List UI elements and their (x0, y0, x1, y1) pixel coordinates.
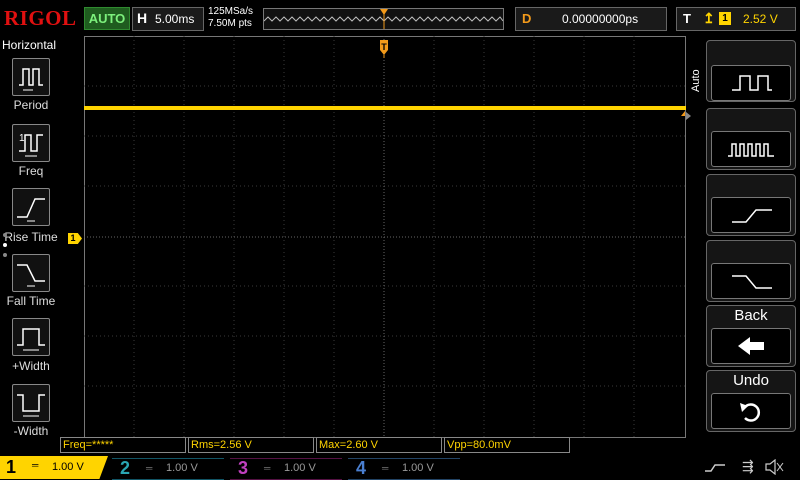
timebase-label: H (137, 10, 148, 26)
channel-3-status[interactable]: 3 ═ 1.00 V (230, 458, 342, 480)
fall-time-label: Fall Time (6, 294, 56, 308)
positive-width-button[interactable] (12, 318, 50, 356)
channel-1-scale: 1.00 V (52, 461, 84, 473)
undo-label: Undo (733, 372, 769, 389)
channel-2-number: 2 (120, 458, 131, 478)
brand-logo: RIGOL (4, 6, 77, 30)
freq-icon: 1 (19, 133, 43, 157)
back-label: Back (734, 307, 768, 324)
delay-indicator[interactable]: D 0.00000000ps (515, 7, 667, 31)
channel-4-number: 4 (356, 458, 367, 478)
dc-coupling-icon: ═ (264, 463, 271, 473)
period-icon (19, 68, 43, 91)
speaker-muted-icon[interactable] (764, 458, 784, 476)
trigger-level: 2.52 V (743, 12, 778, 26)
positive-width-icon (17, 328, 45, 351)
measurement-max[interactable]: Max=2.60 V (316, 437, 442, 453)
period-button[interactable] (12, 58, 50, 96)
freq-label: Freq (18, 164, 44, 178)
run-status-icon (705, 461, 725, 473)
single-pulse-icon (711, 65, 791, 101)
rising-edge-icon (711, 197, 791, 233)
memory-waveform-overview (263, 8, 504, 30)
waveform-display[interactable]: T (84, 36, 686, 438)
dc-coupling-icon: ═ (146, 463, 153, 473)
channel-1-offset-label: 1 (70, 233, 76, 243)
channel-1-status[interactable]: 1 ═ 1.00 V (0, 456, 108, 479)
delay-value: 0.00000000ps (562, 12, 639, 26)
negative-width-icon (17, 394, 45, 417)
page-indicator (2, 232, 8, 262)
channel-status-bar: 1 ═ 1.00 V 2 ═ 1.00 V 3 ═ 1.00 V 4 ═ 1.0… (0, 455, 800, 480)
measurement-vpp[interactable]: Vpp=80.0mV (444, 437, 570, 453)
horizontal-measure-menu: Horizontal Period 1 Freq Rise Time Fall … (0, 36, 60, 456)
memory-depth: 7.50M pts (208, 18, 252, 29)
channel-4-status[interactable]: 4 ═ 1.00 V (348, 458, 460, 480)
back-arrow-icon (711, 328, 791, 364)
svg-text:1: 1 (19, 133, 25, 144)
negative-width-button[interactable] (12, 384, 50, 422)
fall-time-button[interactable] (12, 254, 50, 292)
back-button[interactable]: Back (706, 305, 796, 367)
pulse-train-button[interactable] (706, 108, 796, 170)
pulse-train-icon (711, 131, 791, 167)
channel-1-offset-marker[interactable]: 1 (68, 233, 82, 244)
usb-icon: ⇶ (742, 458, 754, 474)
channel-2-status[interactable]: 2 ═ 1.00 V (112, 458, 224, 480)
negative-width-label: -Width (13, 424, 49, 438)
trigger-label: T (683, 11, 691, 26)
rise-time-icon (17, 198, 45, 222)
channel-1-number: 1 (6, 457, 17, 477)
run-state-badge[interactable]: AUTO (84, 7, 130, 30)
rise-time-label: Rise Time (4, 230, 58, 244)
channel-4-scale: 1.00 V (402, 462, 434, 474)
undo-icon (711, 393, 791, 429)
rising-edge-trigger-icon: ↥ (703, 10, 715, 26)
timebase-indicator[interactable]: H 5.00ms (132, 7, 204, 31)
rising-edge-button[interactable] (706, 174, 796, 236)
falling-edge-button[interactable] (706, 240, 796, 302)
dc-coupling-icon: ═ (382, 463, 389, 473)
fall-time-icon (17, 264, 45, 287)
channel-3-number: 3 (238, 458, 249, 478)
channel-2-scale: 1.00 V (166, 462, 198, 474)
falling-edge-icon (711, 263, 791, 299)
top-status-bar: RIGOL AUTO H 5.00ms 125MSa/s 7.50M pts D… (0, 0, 800, 36)
measurement-rms[interactable]: Rms=2.56 V (188, 437, 314, 453)
sample-rate: 125MSa/s (208, 6, 254, 17)
period-label: Period (13, 98, 49, 112)
measurement-results-bar: Freq=***** Rms=2.56 V Max=2.60 V Vpp=80.… (58, 437, 698, 453)
rise-time-button[interactable] (12, 188, 50, 226)
menu-pointer-icon (686, 112, 691, 120)
single-pulse-button[interactable] (706, 40, 796, 102)
trigger-indicator[interactable]: T ↥ 1 2.52 V (676, 7, 796, 31)
positive-width-label: +Width (12, 359, 50, 373)
undo-button[interactable]: Undo (706, 370, 796, 432)
trigger-position-label: T (381, 42, 387, 52)
measurement-freq[interactable]: Freq=***** (60, 437, 186, 453)
auto-mode-label: Auto (690, 69, 702, 92)
freq-button[interactable]: 1 (12, 124, 50, 162)
timebase-value: 5.00ms (155, 12, 195, 26)
dc-coupling-icon: ═ (32, 460, 39, 470)
delay-label: D (522, 11, 532, 26)
channel-3-scale: 1.00 V (284, 462, 316, 474)
trigger-source-badge: 1 (719, 12, 731, 25)
memory-overview-graphic (263, 9, 504, 29)
menu-title: Horizontal (2, 38, 57, 52)
